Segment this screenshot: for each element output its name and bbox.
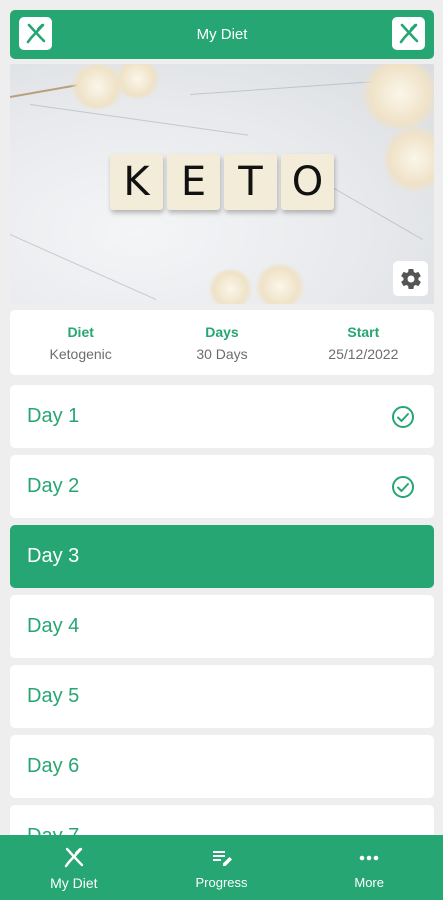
diet-value: Ketogenic bbox=[49, 345, 112, 362]
nav-my-diet[interactable]: My Diet bbox=[0, 835, 148, 900]
check-circle-icon bbox=[392, 476, 414, 498]
day-item-2[interactable]: Day 2 bbox=[10, 455, 434, 518]
nav-more[interactable]: More bbox=[295, 835, 443, 900]
fork-knife-icon bbox=[399, 23, 418, 43]
days-label: Days bbox=[205, 323, 239, 340]
app-logo-button-right[interactable] bbox=[392, 17, 425, 50]
day-label: Day 6 bbox=[27, 755, 80, 777]
start-value: 25/12/2022 bbox=[328, 345, 399, 362]
letter-tile: E bbox=[167, 154, 220, 210]
day-label: Day 3 bbox=[27, 545, 80, 567]
day-item-4[interactable]: Day 4 bbox=[10, 595, 434, 658]
fork-knife-icon bbox=[64, 847, 84, 867]
letter-tile: O bbox=[281, 154, 334, 210]
letter-tile: T bbox=[224, 154, 277, 210]
more-dots-icon bbox=[359, 855, 379, 861]
day-label: Day 5 bbox=[27, 685, 80, 707]
page-title: My Diet bbox=[196, 26, 248, 43]
nav-label: My Diet bbox=[50, 874, 98, 891]
nav-progress[interactable]: Progress bbox=[148, 835, 296, 900]
diet-hero-image: K E T O bbox=[10, 64, 434, 304]
diet-label: Diet bbox=[67, 323, 94, 340]
diet-info-column: Diet Ketogenic bbox=[10, 324, 151, 362]
day-label: Day 1 bbox=[27, 405, 80, 427]
diet-info-card: Diet Ketogenic Days 30 Days Start 25/12/… bbox=[10, 310, 434, 375]
day-item-6[interactable]: Day 6 bbox=[10, 735, 434, 798]
settings-button[interactable] bbox=[393, 261, 428, 296]
fork-knife-icon bbox=[26, 23, 45, 43]
nav-label: Progress bbox=[195, 875, 248, 890]
day-label: Day 2 bbox=[27, 475, 80, 497]
start-info-column: Start 25/12/2022 bbox=[293, 324, 434, 362]
days-info-column: Days 30 Days bbox=[151, 324, 292, 362]
check-circle-icon bbox=[392, 406, 414, 428]
letter-tile: K bbox=[110, 154, 163, 210]
day-item-5[interactable]: Day 5 bbox=[10, 665, 434, 728]
days-value: 30 Days bbox=[196, 345, 248, 362]
gear-icon bbox=[400, 268, 421, 289]
start-label: Start bbox=[347, 323, 380, 340]
nav-label: More bbox=[354, 875, 384, 890]
bottom-navigation: My Diet Progress More bbox=[0, 835, 443, 900]
keto-tiles: K E T O bbox=[110, 154, 334, 210]
day-item-3[interactable]: Day 3 bbox=[10, 525, 434, 588]
edit-list-icon bbox=[212, 851, 232, 866]
day-label: Day 4 bbox=[27, 615, 80, 637]
app-header: My Diet bbox=[10, 10, 434, 59]
day-item-1[interactable]: Day 1 bbox=[10, 385, 434, 448]
app-logo-button[interactable] bbox=[19, 17, 52, 50]
